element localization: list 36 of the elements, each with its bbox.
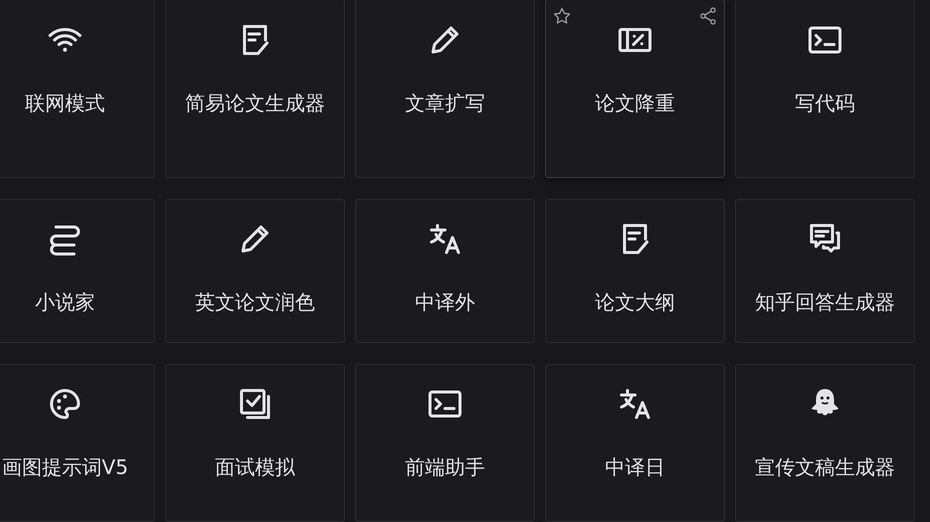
- palette-icon: [47, 386, 83, 422]
- tool-card[interactable]: 文章扩写: [355, 0, 535, 178]
- tool-name: 文章扩写: [405, 90, 485, 116]
- translate-icon: [617, 386, 653, 422]
- tool-name: 论文降重: [595, 90, 675, 116]
- tool-card[interactable]: 英文论文润色: [165, 199, 345, 343]
- tool-card[interactable]: 论文降重: [545, 0, 725, 178]
- share-icon[interactable]: [698, 6, 718, 26]
- tool-card[interactable]: 中译日: [545, 364, 725, 522]
- tool-name: 面试模拟: [215, 454, 295, 480]
- tool-name: 中译日: [605, 454, 665, 480]
- tool-card[interactable]: 前端助手: [355, 364, 535, 522]
- tool-card[interactable]: 中译外: [355, 199, 535, 343]
- tool-card[interactable]: 知乎回答生成器: [735, 199, 915, 343]
- checkbox-stack-icon: [237, 386, 273, 422]
- tool-name: 论文大纲: [595, 289, 675, 315]
- tool-card[interactable]: 论文大纲: [545, 199, 725, 343]
- tool-name: 前端助手: [405, 454, 485, 480]
- tool-name: 画图提示词V5: [2, 454, 128, 480]
- tool-name: 英文论文润色: [195, 289, 315, 315]
- tool-card[interactable]: 画图提示词V5: [0, 364, 155, 522]
- star-icon[interactable]: [552, 6, 572, 26]
- tool-name: 知乎回答生成器: [755, 289, 895, 315]
- tool-card[interactable]: 小说家: [0, 199, 155, 343]
- tool-card[interactable]: 宣传文稿生成器: [735, 364, 915, 522]
- tool-name: 宣传文稿生成器: [755, 454, 895, 480]
- tool-card[interactable]: 联网模式: [0, 0, 155, 178]
- tool-name: 中译外: [415, 289, 475, 315]
- tool-name: 简易论文生成器: [185, 90, 325, 116]
- translate-icon: [427, 221, 463, 257]
- tool-card[interactable]: 写代码: [735, 0, 915, 178]
- tool-card[interactable]: 面试模拟: [165, 364, 345, 522]
- tool-name: 联网模式: [25, 90, 105, 116]
- tool-name: 写代码: [795, 90, 855, 116]
- tool-card[interactable]: 简易论文生成器: [165, 0, 345, 178]
- tool-name: 小说家: [35, 289, 95, 315]
